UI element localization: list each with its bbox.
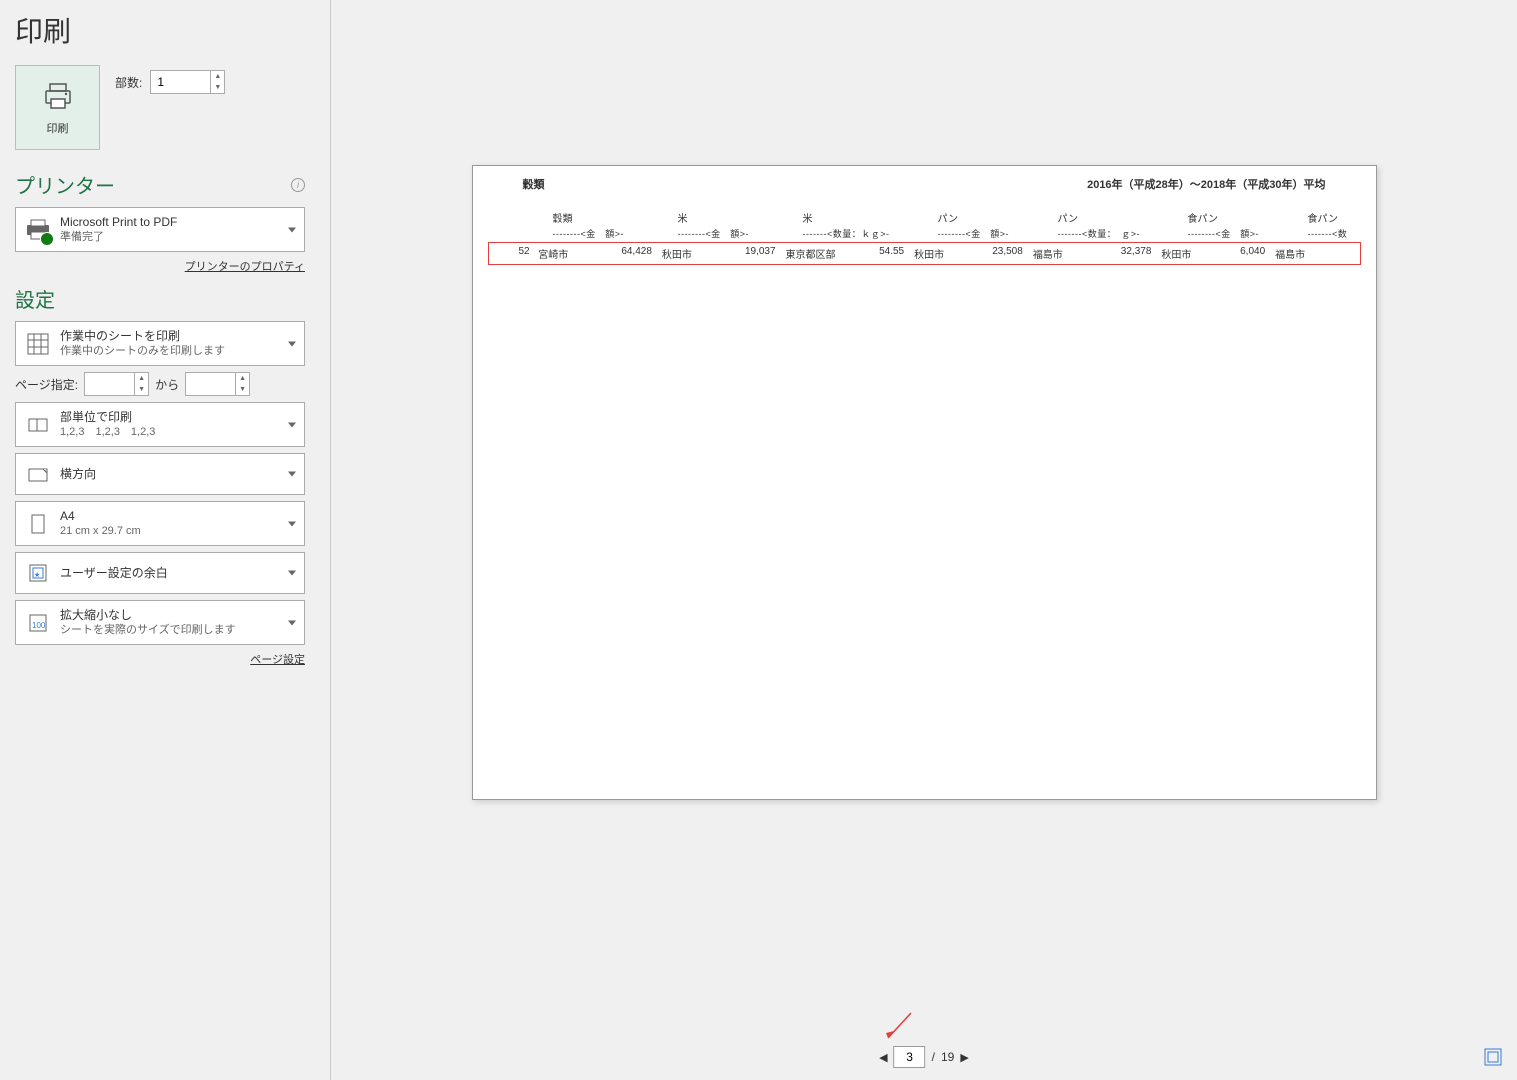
print-settings-panel: 印刷 印刷 部数: ▲▼ プリンター i Microsoft Print to …: [0, 0, 330, 1080]
cell: 秋田市: [1161, 246, 1215, 261]
cell: 福島市: [1275, 246, 1329, 261]
landscape-icon: [24, 460, 52, 488]
col-sub: --------<金 額>-: [678, 227, 803, 240]
chevron-down-icon: [288, 341, 296, 346]
paper-size-select[interactable]: A4 21 cm x 29.7 cm: [15, 501, 305, 546]
cell: 秋田市: [662, 246, 716, 261]
collate-icon: [24, 411, 52, 439]
col-group: パン: [1058, 210, 1188, 225]
cell: 福島市: [1033, 246, 1087, 261]
settings-section-header: 設定: [15, 284, 55, 313]
scaling-icon: 100: [24, 609, 52, 637]
page-setup-link[interactable]: ページ設定: [250, 654, 305, 666]
collate-sub: 1,2,3 1,2,3 1,2,3: [60, 425, 296, 440]
printer-section-header: プリンター: [15, 170, 115, 199]
scaling-sub: シートを実際のサイズで印刷します: [60, 623, 296, 638]
info-icon[interactable]: i: [291, 178, 305, 192]
cell: 秋田市: [914, 246, 968, 261]
print-button[interactable]: 印刷: [15, 65, 100, 150]
page-icon: [24, 510, 52, 538]
scaling-title: 拡大縮小なし: [60, 607, 296, 623]
printer-status-icon: [24, 216, 52, 244]
sheet-icon: [24, 330, 52, 358]
col-sub: --------<金 額>-: [938, 227, 1058, 240]
printer-name: Microsoft Print to PDF: [60, 214, 296, 230]
paper-title: A4: [60, 508, 296, 524]
col-group: パン: [938, 210, 1058, 225]
page-from-spinner[interactable]: ▲▼: [134, 373, 148, 395]
cell: 宮崎市: [538, 246, 592, 261]
copies-spinner[interactable]: ▲▼: [210, 71, 224, 93]
chevron-down-icon: [288, 521, 296, 526]
current-page-input[interactable]: [894, 1046, 926, 1068]
col-group: 食パン: [1308, 210, 1368, 225]
chevron-down-icon: [288, 227, 296, 232]
svg-text:100: 100: [32, 621, 46, 630]
scaling-select[interactable]: 100 拡大縮小なし シートを実際のサイズで印刷します: [15, 600, 305, 645]
svg-text:★: ★: [34, 571, 40, 579]
col-group: 穀類: [553, 210, 678, 225]
margins-title: ユーザー設定の余白: [60, 565, 296, 581]
preview-header-right: 2016年（平成28年）～2018年（平成30年）平均: [1087, 176, 1325, 192]
chevron-down-icon: [288, 571, 296, 576]
print-preview-area: 穀類 2016年（平成28年）～2018年（平成30年）平均 穀類 米 米 パン…: [330, 0, 1517, 1080]
printer-status: 準備完了: [60, 230, 296, 245]
col-sub: -------<数: [1308, 227, 1368, 240]
chevron-down-icon: [288, 472, 296, 477]
show-margins-icon[interactable]: [1484, 1048, 1502, 1066]
cell: 64,428: [593, 246, 662, 261]
margins-select[interactable]: ★ ユーザー設定の余白: [15, 552, 305, 594]
highlighted-row: 52 宮崎市 64,428 秋田市 19,037 東京都区部 54.55 秋田市…: [488, 242, 1361, 265]
print-what-select[interactable]: 作業中のシートを印刷 作業中のシートのみを印刷します: [15, 321, 305, 366]
col-sub: -------<数量：ｋｇ>-: [803, 227, 938, 240]
page-title: 印刷: [15, 10, 305, 50]
cell: 54.55: [860, 246, 914, 261]
collate-title: 部単位で印刷: [60, 409, 296, 425]
printer-properties-link[interactable]: プリンターのプロパティ: [185, 261, 305, 273]
col-group: 米: [803, 210, 938, 225]
chevron-down-icon: [288, 422, 296, 427]
margins-icon: ★: [24, 559, 52, 587]
cell: 23,508: [968, 246, 1032, 261]
paper-sub: 21 cm x 29.7 cm: [60, 524, 296, 539]
col-group: 米: [678, 210, 803, 225]
cell: 6,040: [1216, 246, 1275, 261]
copies-label: 部数:: [115, 74, 142, 91]
chevron-down-icon: [288, 620, 296, 625]
page-range-label: ページ指定:: [15, 376, 78, 393]
col-group: 食パン: [1188, 210, 1308, 225]
print-button-label: 印刷: [47, 120, 69, 136]
page-to-spinner[interactable]: ▲▼: [235, 373, 249, 395]
collate-select[interactable]: 部単位で印刷 1,2,3 1,2,3 1,2,3: [15, 402, 305, 447]
next-page-button[interactable]: ▶: [960, 1051, 968, 1064]
col-sub: --------<金 額>-: [1188, 227, 1308, 240]
cell: 19,037: [716, 246, 785, 261]
annotation-arrow: [876, 1008, 916, 1048]
printer-select[interactable]: Microsoft Print to PDF 準備完了: [15, 207, 305, 252]
print-what-sub: 作業中のシートのみを印刷します: [60, 344, 296, 359]
printer-icon: [42, 80, 74, 115]
preview-page: 穀類 2016年（平成28年）～2018年（平成30年）平均 穀類 米 米 パン…: [472, 165, 1377, 800]
prev-page-button[interactable]: ◀: [879, 1051, 887, 1064]
orientation-title: 横方向: [60, 466, 296, 482]
row-index: 52: [519, 246, 539, 261]
cell: 32,378: [1087, 246, 1161, 261]
page-navigator: ◀ / 19 ▶: [879, 1046, 969, 1068]
cell: 東京都区部: [786, 246, 860, 261]
orientation-select[interactable]: 横方向: [15, 453, 305, 495]
pager-separator: /: [932, 1050, 935, 1064]
col-sub: -------<数量： ｇ>-: [1058, 227, 1188, 240]
page-to-label: から: [155, 376, 179, 393]
preview-header-left: 穀類: [523, 176, 545, 192]
total-pages: 19: [941, 1050, 954, 1064]
print-what-title: 作業中のシートを印刷: [60, 328, 296, 344]
col-sub: --------<金 額>-: [553, 227, 678, 240]
